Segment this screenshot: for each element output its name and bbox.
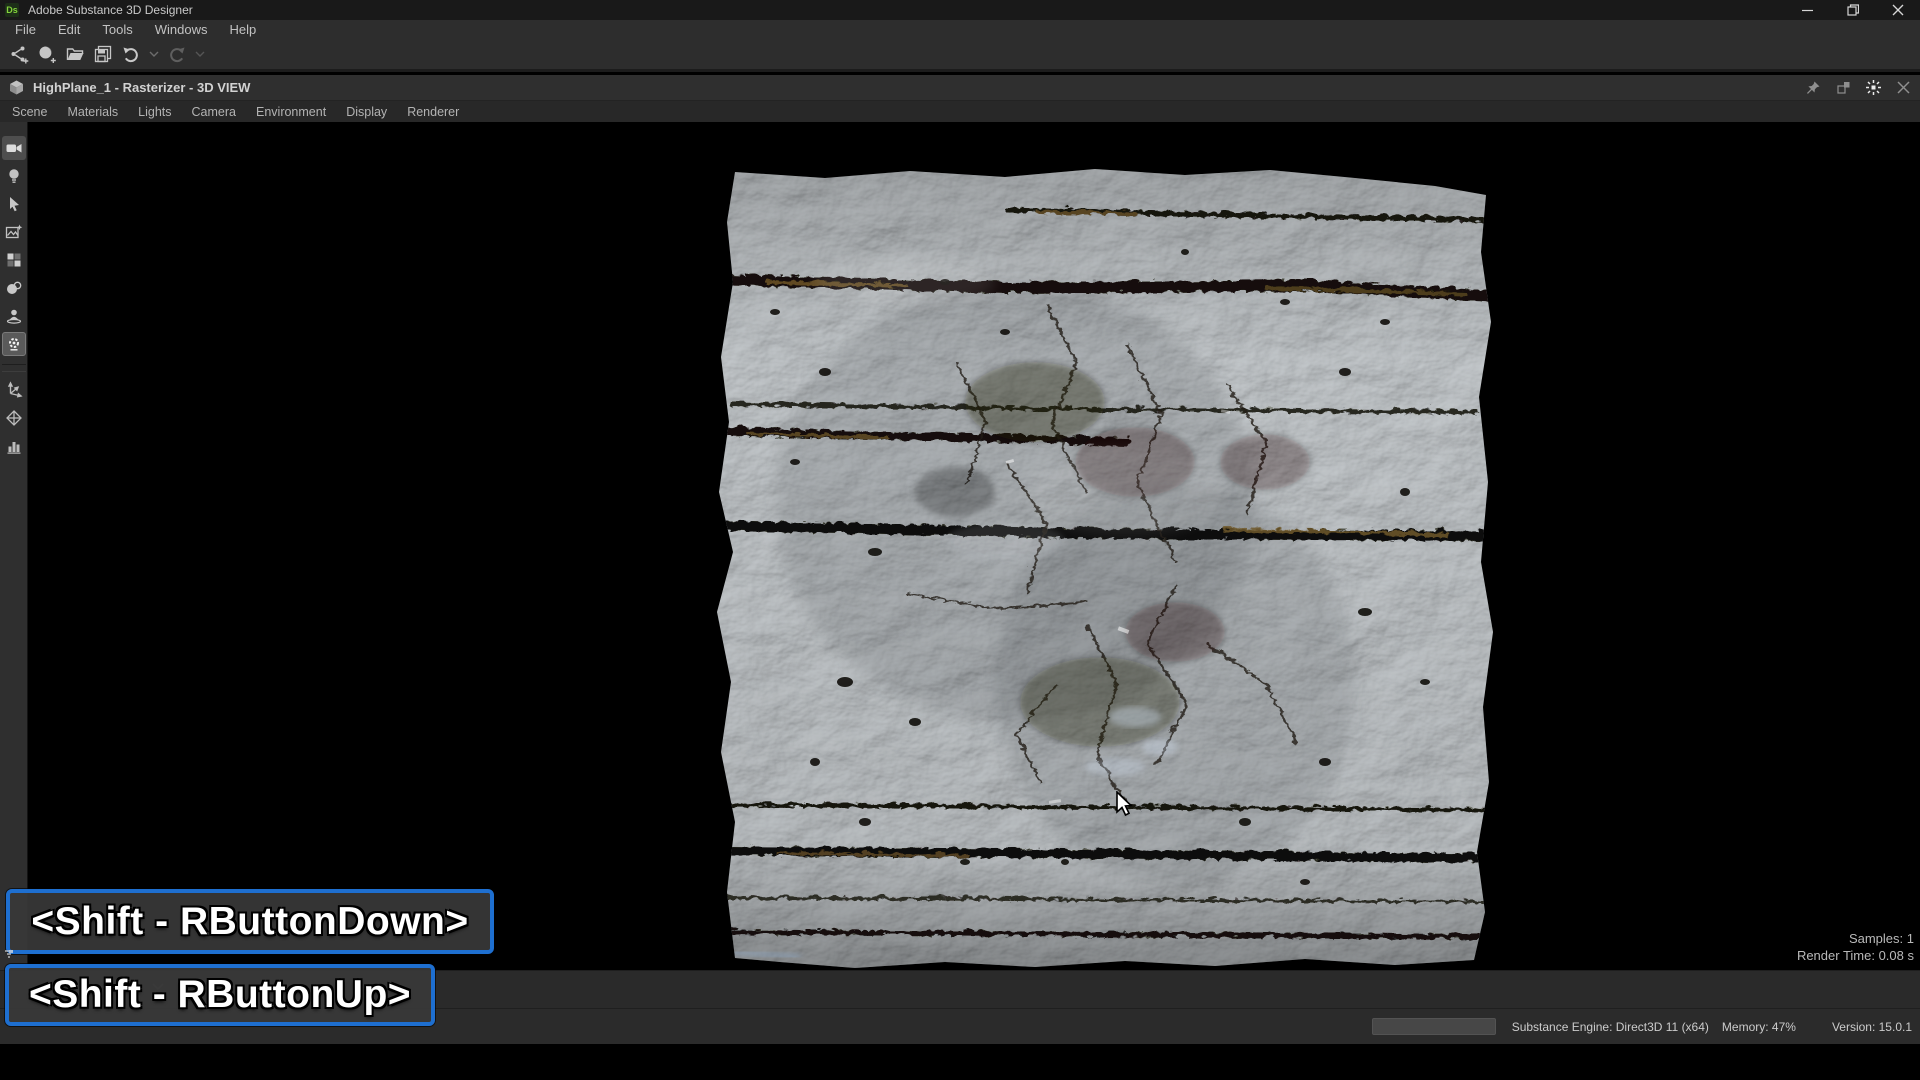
view-menu-bar: Scene Materials Lights Camera Environmen… (0, 101, 1920, 122)
workspace: Samples: 1 Render Time: 0.08 s (0, 122, 1920, 970)
save-icon[interactable] (90, 41, 116, 67)
app-window: Ds Adobe Substance 3D Designer File Edit… (0, 0, 1920, 1080)
restore-icon[interactable] (1830, 0, 1875, 20)
select-arrow-icon[interactable] (2, 192, 26, 216)
menu-edit[interactable]: Edit (47, 22, 91, 37)
window-controls (1785, 0, 1920, 20)
view-menu-materials[interactable]: Materials (57, 105, 128, 119)
view-menu-renderer[interactable]: Renderer (397, 105, 469, 119)
display-settings-gear-icon[interactable] (2, 332, 26, 356)
status-engine: Substance Engine: Direct3D 11 (x64) (1512, 1020, 1709, 1034)
focus-layout-icon[interactable] (1864, 79, 1882, 97)
menu-file[interactable]: File (4, 22, 47, 37)
window-title: Adobe Substance 3D Designer (28, 3, 193, 17)
panel-header: HighPlane_1 - Rasterizer - 3D VIEW (0, 75, 1920, 101)
viewport-3d[interactable]: Samples: 1 Render Time: 0.08 s (28, 122, 1920, 970)
tool-strip-separator (2, 364, 26, 372)
material-checker-icon[interactable] (2, 248, 26, 272)
redo-icon[interactable] (164, 41, 190, 67)
undo-icon[interactable] (118, 41, 144, 67)
bottom-black-strip (0, 1044, 1920, 1080)
pin-icon[interactable] (1804, 79, 1822, 97)
progress-bar (1372, 1018, 1496, 1035)
avatar-icon[interactable] (2, 304, 26, 328)
viewport-corner-filter-icon[interactable] (3, 949, 15, 961)
app-logo-icon: Ds (5, 3, 19, 17)
keypress-overlay-shift-rbuttonup: <Shift - RButtonUp> (5, 964, 435, 1026)
cube-icon (8, 79, 25, 96)
wireframe-diamond-icon[interactable] (2, 406, 26, 430)
title-bar: Ds Adobe Substance 3D Designer (0, 0, 1920, 20)
menu-windows[interactable]: Windows (144, 22, 219, 37)
render-stats: Samples: 1 Render Time: 0.08 s (1797, 930, 1914, 964)
open-icon[interactable] (62, 41, 88, 67)
histogram-icon[interactable] (2, 434, 26, 458)
keypress-overlay-shift-rbuttondown: <Shift - RButtonDown> (6, 889, 494, 954)
status-version: Version: 15.0.1 (1832, 1020, 1912, 1034)
environment-image-icon[interactable] (2, 220, 26, 244)
redo-dropdown-icon[interactable] (192, 41, 208, 67)
samples-label: Samples: 1 (1797, 930, 1914, 947)
main-toolbar (0, 38, 1920, 72)
transform-axis-icon[interactable] (2, 378, 26, 402)
minimize-icon[interactable] (1785, 0, 1830, 20)
render-time-label: Render Time: 0.08 s (1797, 947, 1914, 964)
main-menu-bar: File Edit Tools Windows Help (0, 20, 1920, 38)
view-menu-display[interactable]: Display (336, 105, 397, 119)
panel-title: HighPlane_1 - Rasterizer - 3D VIEW (33, 80, 250, 95)
float-window-icon[interactable] (1834, 79, 1852, 97)
menu-tools[interactable]: Tools (91, 22, 143, 37)
new-package-icon[interactable] (34, 41, 60, 67)
sphere-icon[interactable] (2, 276, 26, 300)
panel-close-icon[interactable] (1894, 79, 1912, 97)
status-memory: Memory: 47% (1722, 1020, 1796, 1034)
view-menu-camera[interactable]: Camera (182, 105, 246, 119)
mouse-cursor (1114, 791, 1134, 819)
camera-icon[interactable] (2, 136, 26, 160)
view-menu-lights[interactable]: Lights (128, 105, 181, 119)
undo-dropdown-icon[interactable] (146, 41, 162, 67)
view-menu-environment[interactable]: Environment (246, 105, 336, 119)
view-tool-strip (0, 122, 28, 970)
menu-help[interactable]: Help (218, 22, 267, 37)
close-icon[interactable] (1875, 0, 1920, 20)
new-graph-icon[interactable] (6, 41, 32, 67)
light-icon[interactable] (2, 164, 26, 188)
view-menu-scene[interactable]: Scene (2, 105, 57, 119)
rock-plane-render (705, 162, 1500, 970)
panel-header-icons (1804, 79, 1920, 97)
